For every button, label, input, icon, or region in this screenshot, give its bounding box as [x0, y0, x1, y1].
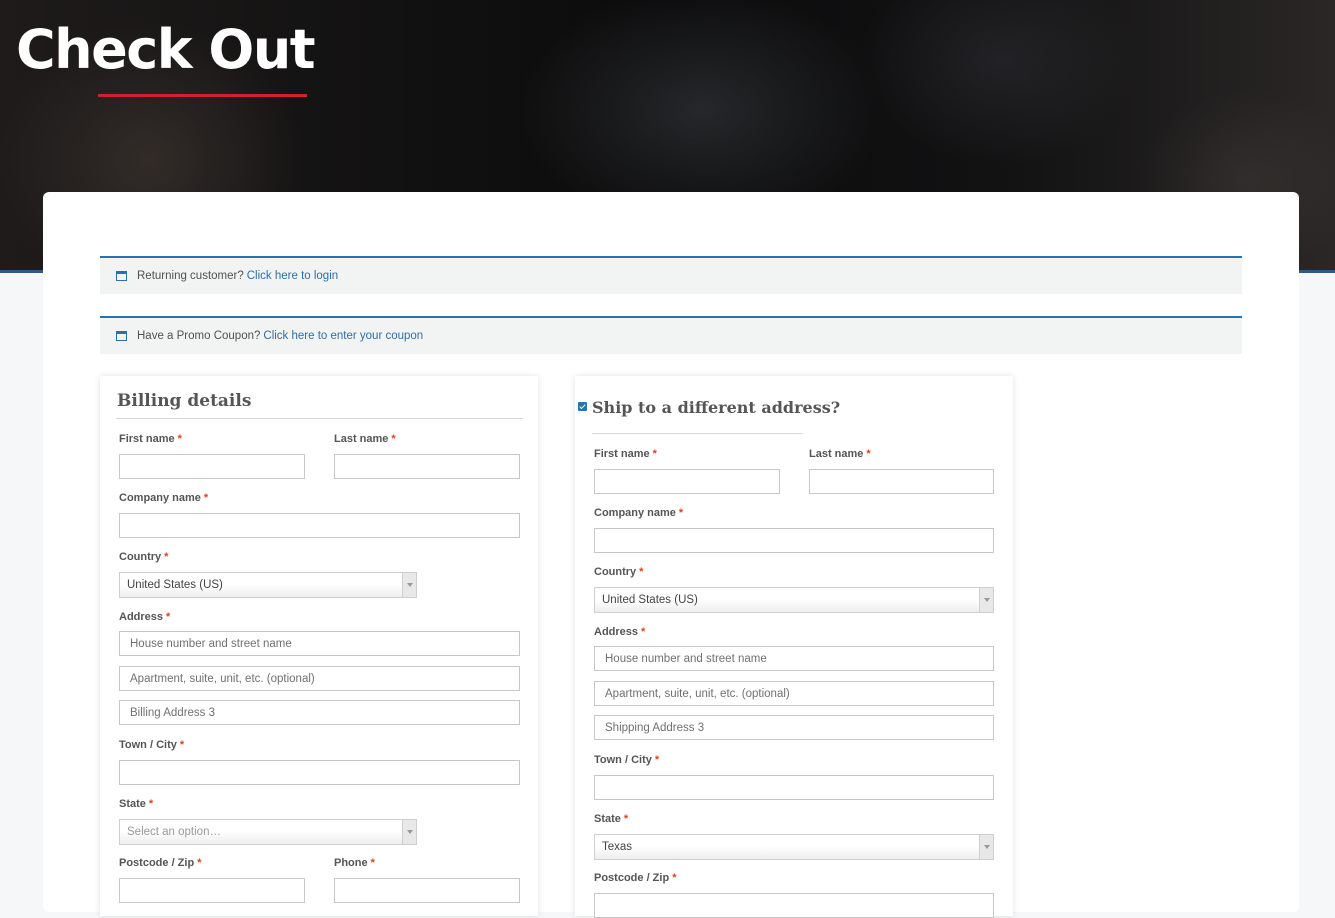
shipping-country-label: Country * — [594, 566, 644, 578]
divider — [592, 433, 803, 434]
shipping-city-label: Town / City * — [594, 754, 660, 766]
page-title: Check Out — [16, 18, 316, 81]
window-icon — [116, 271, 127, 281]
billing-state-label: State * — [119, 798, 154, 810]
shipping-state-select[interactable]: Texas — [594, 834, 994, 860]
shipping-first-name-label: First name * — [594, 448, 657, 460]
billing-panel: Billing details First name * Last name * C… — [100, 376, 538, 916]
divider — [116, 418, 523, 419]
billing-city-label: Town / City * — [119, 739, 185, 751]
chevron-down-icon[interactable] — [979, 835, 993, 859]
chevron-down-icon[interactable] — [979, 588, 993, 612]
chevron-down-icon[interactable] — [402, 820, 416, 844]
billing-city-input[interactable] — [119, 760, 520, 785]
shipping-postcode-label: Postcode / Zip * — [594, 872, 677, 884]
shipping-company-label: Company name * — [594, 507, 684, 519]
billing-title: Billing details — [117, 391, 252, 411]
returning-customer-notice: Returning customer? Click here to login — [100, 256, 1242, 294]
shipping-state-value: Texas — [602, 841, 633, 853]
billing-phone-label: Phone * — [334, 857, 375, 869]
window-icon — [116, 331, 127, 341]
shipping-title: Ship to a different address? — [592, 398, 841, 417]
shipping-first-name-input[interactable] — [594, 469, 780, 494]
shipping-panel: Ship to a different address? First name *… — [575, 376, 1013, 918]
chevron-down-icon[interactable] — [402, 573, 416, 597]
billing-first-name-input[interactable] — [119, 454, 305, 479]
billing-country-value: United States (US) — [127, 579, 223, 591]
shipping-address-label: Address * — [594, 626, 646, 638]
coupon-link[interactable]: Click here to enter your coupon — [263, 330, 423, 342]
billing-address3-input[interactable]: Billing Address 3 — [119, 700, 520, 725]
billing-postcode-label: Postcode / Zip * — [119, 857, 202, 869]
shipping-address1-input[interactable]: House number and street name — [594, 646, 994, 671]
shipping-address2-input[interactable]: Apartment, suite, unit, etc. (optional) — [594, 681, 994, 706]
billing-company-label: Company name * — [119, 492, 209, 504]
billing-state-select[interactable]: Select an option… — [119, 819, 417, 845]
shipping-company-input[interactable] — [594, 528, 994, 553]
coupon-text: Have a Promo Coupon? — [137, 330, 261, 342]
coupon-notice: Have a Promo Coupon? Click here to enter… — [100, 316, 1242, 354]
billing-last-name-label: Last name * — [334, 433, 396, 445]
shipping-last-name-label: Last name * — [809, 448, 871, 460]
billing-address1-input[interactable]: House number and street name — [119, 631, 520, 656]
billing-last-name-input[interactable] — [334, 454, 520, 479]
billing-company-input[interactable] — [119, 513, 520, 538]
billing-state-placeholder: Select an option… — [127, 826, 221, 838]
shipping-state-label: State * — [594, 813, 629, 825]
billing-address2-input[interactable]: Apartment, suite, unit, etc. (optional) — [119, 666, 520, 691]
title-underline — [98, 94, 307, 97]
billing-country-label: Country * — [119, 551, 169, 563]
shipping-last-name-input[interactable] — [809, 469, 994, 494]
billing-address-label: Address * — [119, 611, 171, 623]
shipping-city-input[interactable] — [594, 775, 994, 800]
ship-different-checkbox[interactable] — [578, 402, 587, 411]
billing-postcode-input[interactable] — [119, 878, 305, 903]
billing-country-select[interactable]: United States (US) — [119, 572, 417, 598]
billing-phone-input[interactable] — [334, 878, 520, 903]
shipping-address3-input[interactable]: Shipping Address 3 — [594, 715, 994, 740]
login-link[interactable]: Click here to login — [247, 270, 338, 282]
returning-customer-text: Returning customer? — [137, 270, 244, 282]
billing-first-name-label: First name * — [119, 433, 182, 445]
shipping-country-select[interactable]: United States (US) — [594, 587, 994, 613]
shipping-country-value: United States (US) — [602, 594, 698, 606]
